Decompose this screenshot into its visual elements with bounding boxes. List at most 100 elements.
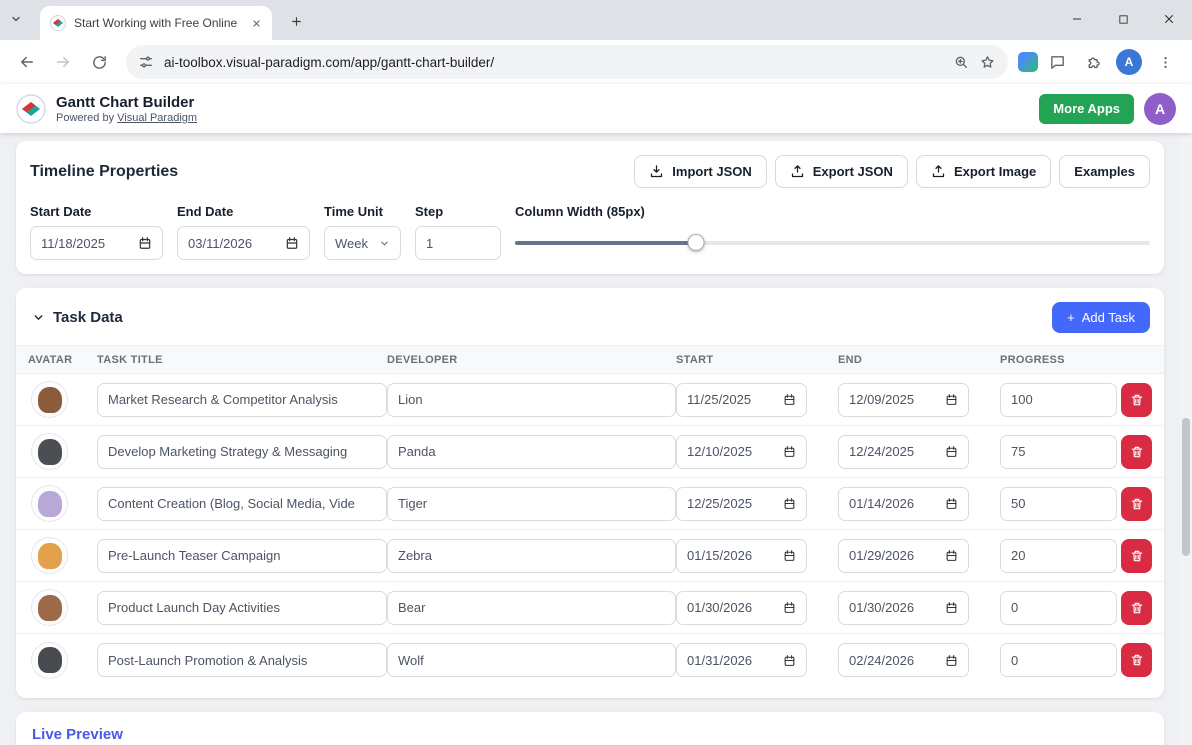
task-end-input[interactable]: 01/14/2026 <box>838 487 969 521</box>
back-icon[interactable] <box>10 45 44 79</box>
import-json-button[interactable]: Import JSON <box>634 155 766 188</box>
delete-task-button[interactable] <box>1121 435 1152 469</box>
developer-input[interactable] <box>387 435 676 469</box>
developer-input[interactable] <box>387 591 676 625</box>
task-title-input[interactable] <box>97 539 387 573</box>
progress-input[interactable] <box>1000 435 1117 469</box>
calendar-icon[interactable] <box>945 393 958 406</box>
task-end-input[interactable]: 01/29/2026 <box>838 539 969 573</box>
task-avatar[interactable] <box>31 485 68 522</box>
task-end-input[interactable]: 02/24/2026 <box>838 643 969 677</box>
developer-input[interactable] <box>387 487 676 521</box>
start-date-input[interactable]: 11/18/2025 <box>30 226 163 260</box>
task-start-input[interactable]: 01/15/2026 <box>676 539 807 573</box>
task-start-input[interactable]: 01/30/2026 <box>676 591 807 625</box>
extensions-icon[interactable] <box>1076 45 1110 79</box>
task-title-input[interactable] <box>97 591 387 625</box>
forward-icon[interactable] <box>46 45 80 79</box>
calendar-icon[interactable] <box>945 497 958 510</box>
calendar-icon[interactable] <box>945 445 958 458</box>
progress-input[interactable] <box>1000 383 1117 417</box>
collapse-chevron-icon[interactable] <box>32 311 45 324</box>
end-value: 12/24/2025 <box>849 444 914 459</box>
url-text[interactable]: ai-toolbox.visual-paradigm.com/app/gantt… <box>164 55 943 70</box>
browser-tab[interactable]: Start Working with Free Online <box>40 6 272 40</box>
add-task-button[interactable]: + Add Task <box>1052 302 1150 333</box>
progress-input[interactable] <box>1000 539 1117 573</box>
calendar-icon[interactable] <box>138 236 152 250</box>
calendar-icon[interactable] <box>945 549 958 562</box>
task-start-input[interactable]: 01/31/2026 <box>676 643 807 677</box>
new-tab-button[interactable] <box>282 7 310 35</box>
calendar-icon[interactable] <box>945 654 958 667</box>
progress-input[interactable] <box>1000 591 1117 625</box>
examples-button[interactable]: Examples <box>1059 155 1150 188</box>
calendar-icon[interactable] <box>945 601 958 614</box>
task-end-input[interactable]: 01/30/2026 <box>838 591 969 625</box>
window-maximize-button[interactable] <box>1100 0 1146 38</box>
task-start-input[interactable]: 11/25/2025 <box>676 383 807 417</box>
task-start-input[interactable]: 12/10/2025 <box>676 435 807 469</box>
window-controls <box>1054 0 1192 38</box>
task-title-input[interactable] <box>97 487 387 521</box>
site-settings-icon[interactable] <box>138 54 154 70</box>
slider-thumb[interactable] <box>687 234 704 251</box>
calendar-icon[interactable] <box>783 601 796 614</box>
developer-input[interactable] <box>387 643 676 677</box>
scrollbar-thumb[interactable] <box>1182 418 1190 556</box>
bookmark-star-icon[interactable] <box>979 54 996 71</box>
progress-input[interactable] <box>1000 487 1117 521</box>
window-close-button[interactable] <box>1146 0 1192 38</box>
slider-track[interactable] <box>515 241 1150 245</box>
window-minimize-button[interactable] <box>1054 0 1100 38</box>
end-date-value: 03/11/2026 <box>188 236 252 251</box>
calendar-icon[interactable] <box>783 497 796 510</box>
step-input[interactable] <box>415 226 501 260</box>
export-image-button[interactable]: Export Image <box>916 155 1051 188</box>
delete-task-button[interactable] <box>1121 539 1152 573</box>
page-scrollbar[interactable] <box>1180 133 1192 745</box>
task-avatar[interactable] <box>31 537 68 574</box>
column-width-slider[interactable] <box>515 226 1150 260</box>
task-title-input[interactable] <box>97 435 387 469</box>
user-avatar[interactable]: A <box>1144 93 1176 125</box>
browser-action-icon[interactable] <box>1018 52 1038 72</box>
calendar-icon[interactable] <box>783 654 796 667</box>
browser-profile-avatar[interactable]: A <box>1116 49 1142 75</box>
task-end-input[interactable]: 12/09/2025 <box>838 383 969 417</box>
delete-task-button[interactable] <box>1121 383 1152 417</box>
calendar-icon[interactable] <box>783 393 796 406</box>
tab-search-chevron-icon[interactable] <box>10 13 22 25</box>
task-row: 01/15/2026 01/29/2026 <box>16 530 1164 582</box>
developer-input[interactable] <box>387 383 676 417</box>
delete-task-button[interactable] <box>1121 591 1152 625</box>
task-avatar[interactable] <box>31 642 68 679</box>
export-json-button[interactable]: Export JSON <box>775 155 908 188</box>
app-title: Gantt Chart Builder <box>56 94 197 112</box>
end-date-input[interactable]: 03/11/2026 <box>177 226 310 260</box>
delete-task-button[interactable] <box>1121 487 1152 521</box>
tab-close-icon[interactable] <box>248 15 264 31</box>
task-start-input[interactable]: 12/25/2025 <box>676 487 807 521</box>
calendar-icon[interactable] <box>783 445 796 458</box>
task-avatar[interactable] <box>31 433 68 470</box>
powered-by-link[interactable]: Visual Paradigm <box>117 112 197 124</box>
delete-task-button[interactable] <box>1121 643 1152 677</box>
developer-input[interactable] <box>387 539 676 573</box>
progress-input[interactable] <box>1000 643 1117 677</box>
url-bar[interactable]: ai-toolbox.visual-paradigm.com/app/gantt… <box>126 45 1008 79</box>
task-title-input[interactable] <box>97 383 387 417</box>
chat-icon[interactable] <box>1040 45 1074 79</box>
menu-kebab-icon[interactable] <box>1148 45 1182 79</box>
column-width-label: Column Width (85px) <box>515 204 1150 219</box>
zoom-icon[interactable] <box>953 54 969 70</box>
task-title-input[interactable] <box>97 643 387 677</box>
task-end-input[interactable]: 12/24/2025 <box>838 435 969 469</box>
calendar-icon[interactable] <box>285 236 299 250</box>
time-unit-select[interactable]: Week <box>324 226 401 260</box>
more-apps-button[interactable]: More Apps <box>1039 94 1134 124</box>
task-avatar[interactable] <box>31 381 68 418</box>
calendar-icon[interactable] <box>783 549 796 562</box>
reload-icon[interactable] <box>82 45 116 79</box>
task-avatar[interactable] <box>31 589 68 626</box>
